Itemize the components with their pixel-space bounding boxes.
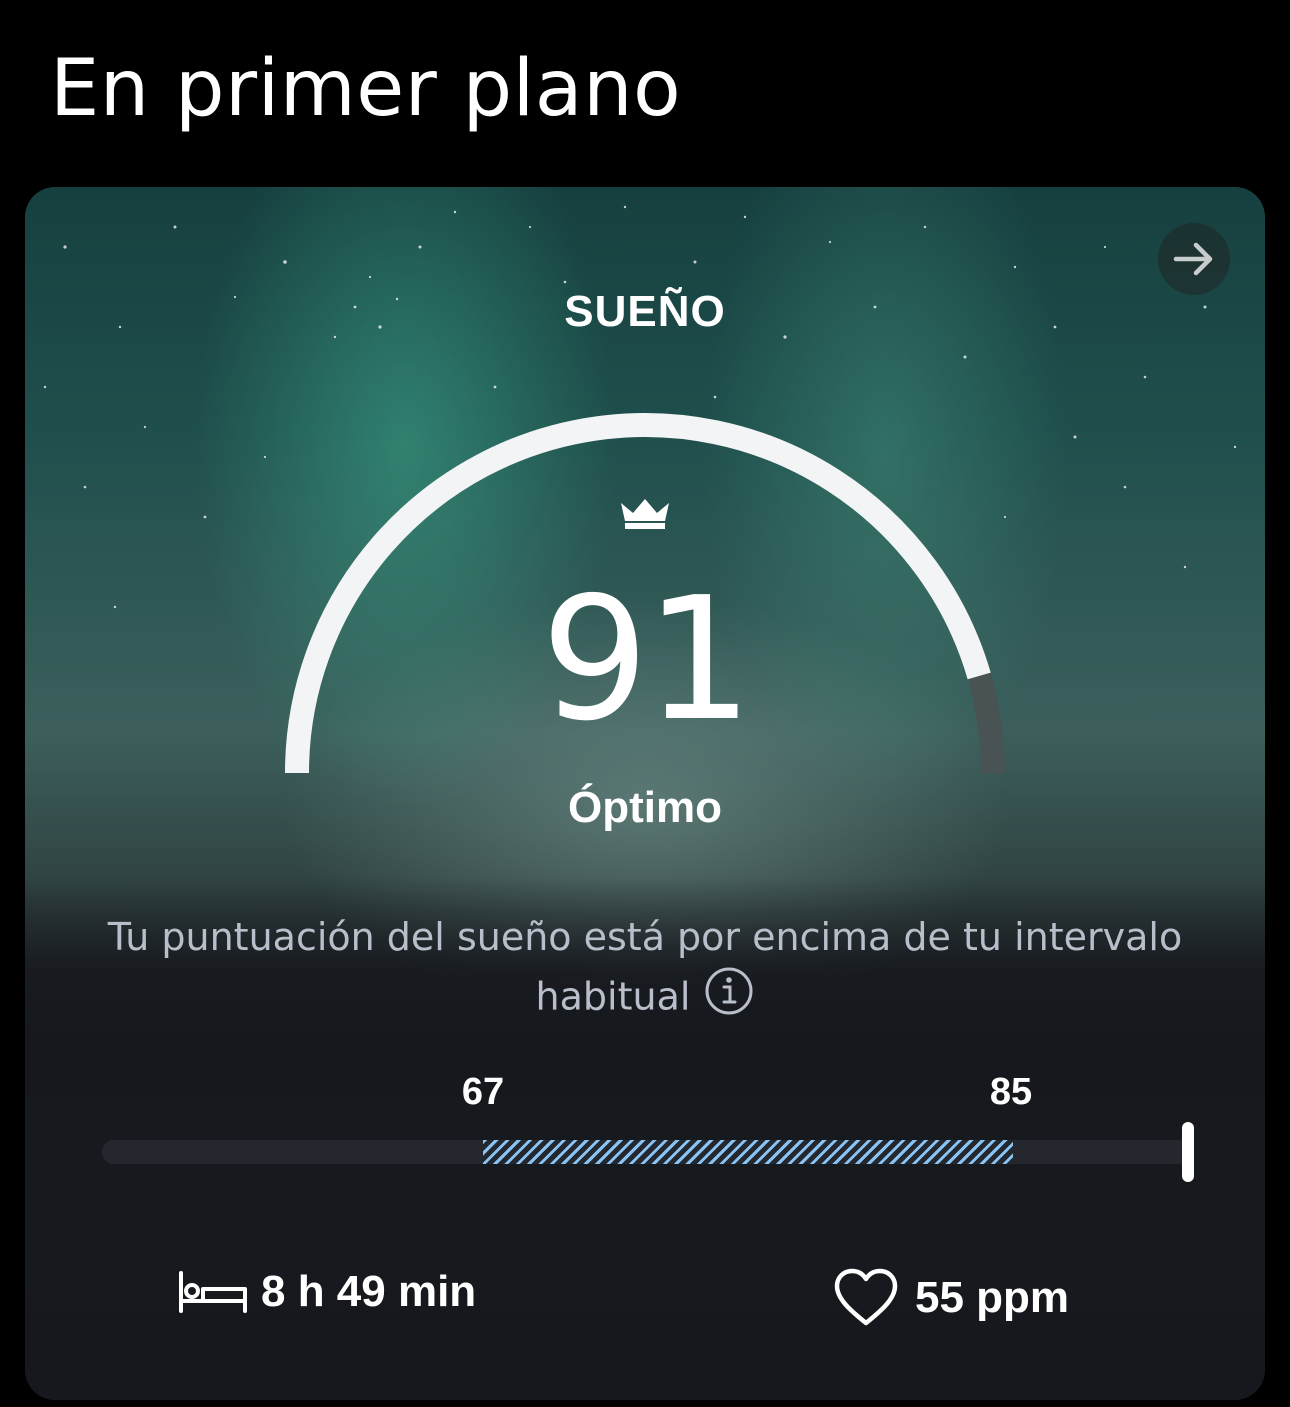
sleep-duration-stat: 8 h 49 min — [177, 1267, 476, 1317]
heart-rate-value: 55 ppm — [915, 1273, 1070, 1322]
sleep-duration-value: 8 h 49 min — [261, 1267, 477, 1316]
heart-rate-stat: 55 ppm — [831, 1267, 1069, 1329]
bed-icon — [179, 1271, 247, 1313]
heart-icon — [834, 1268, 898, 1326]
info-icon[interactable] — [704, 966, 754, 1032]
section-title: En primer plano — [50, 44, 682, 134]
sleep-rating: Óptimo — [568, 783, 722, 832]
score-description: Tu puntuación del sueño está por encima … — [85, 909, 1205, 1032]
crown-icon — [621, 499, 669, 529]
range-high-label: 85 — [989, 1071, 1033, 1113]
sleep-score: 91 — [540, 561, 753, 759]
current-score-marker — [1182, 1122, 1194, 1182]
score-gauge — [285, 413, 1005, 774]
range-low-label: 67 — [461, 1071, 505, 1113]
usual-range-band — [483, 1140, 1013, 1164]
sleep-card[interactable]: SUEÑO 91 Óptimo Tu puntuación del sueño … — [25, 187, 1265, 1400]
score-description-text: Tu puntuación del sueño está por encima … — [107, 915, 1183, 1019]
